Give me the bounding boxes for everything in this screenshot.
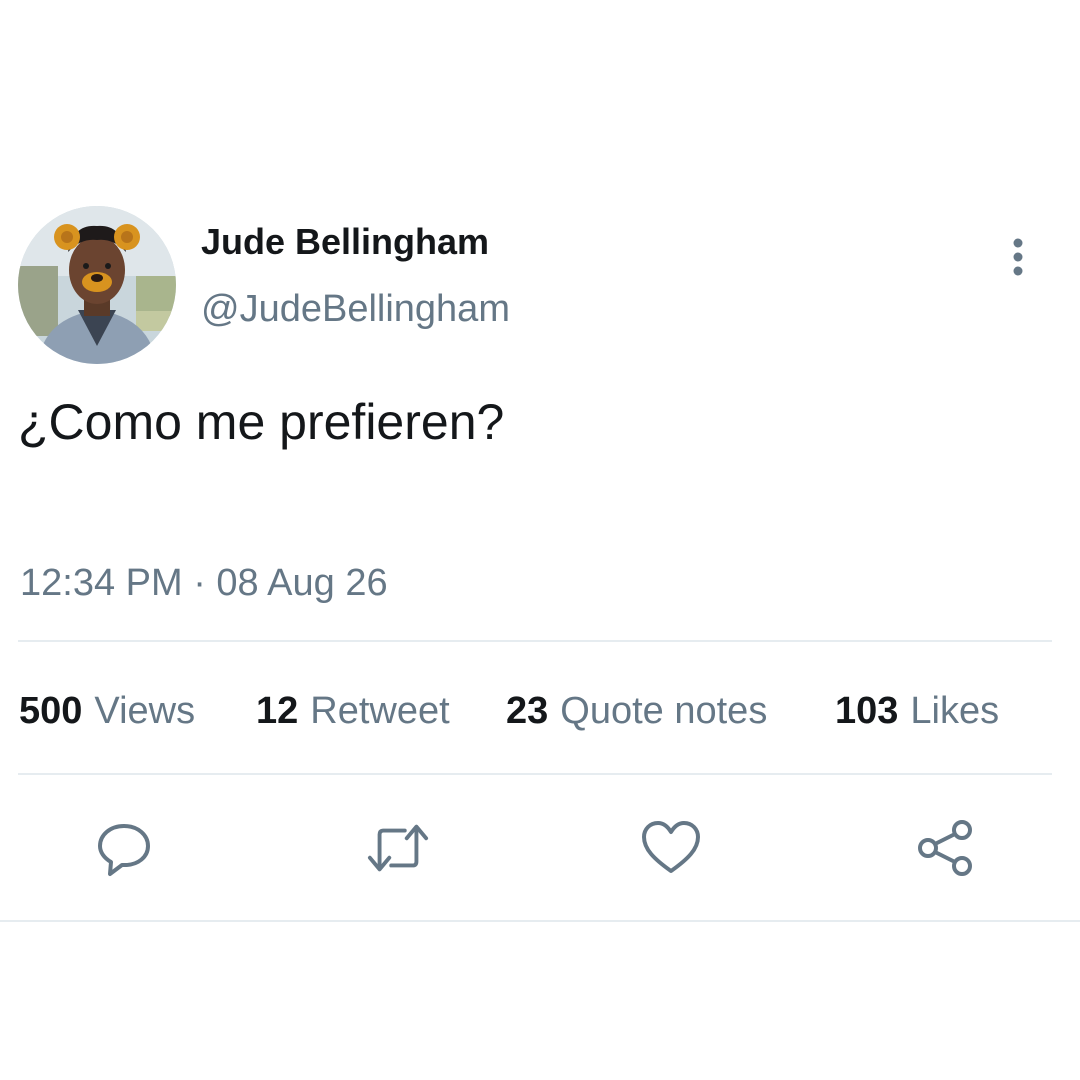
retweet-button[interactable] [366,816,430,880]
share-icon [918,820,972,876]
reply-button[interactable] [92,816,156,880]
tweet-card: Jude Bellingham @JudeBellingham ¿Como me… [0,0,1080,1080]
stat-label: Retweet [310,690,450,732]
tweet-text: ¿Como me prefieren? [18,394,505,450]
reply-icon [98,824,150,876]
stat-label: Likes [910,690,1000,732]
tweet-timestamp[interactable]: 12:34 PM · 08 Aug 26 [20,560,388,606]
stat-likes[interactable]: 103 Likes [835,686,999,736]
avatar-photo [18,206,176,364]
stat-views[interactable]: 500 Views [19,686,195,736]
divider [18,773,1052,775]
stat-count: 23 [506,690,549,732]
stat-count: 12 [256,690,299,732]
like-button[interactable] [639,816,703,880]
stat-label: Views [94,690,196,732]
stat-count: 500 [19,690,83,732]
retweet-icon [367,824,429,872]
more-options-button[interactable] [998,234,1038,280]
divider [18,640,1052,642]
share-button[interactable] [914,816,978,880]
user-handle[interactable]: @JudeBellingham [201,286,510,332]
display-name[interactable]: Jude Bellingham [201,220,489,264]
stat-label: Quote notes [560,690,768,732]
stat-retweets[interactable]: 12 Retweet [256,686,450,736]
stat-count: 103 [835,690,899,732]
divider [0,920,1080,922]
stat-quote-notes[interactable]: 23 Quote notes [506,686,767,736]
more-vertical-icon [1013,238,1023,276]
heart-icon [642,821,700,873]
avatar[interactable] [18,206,176,364]
